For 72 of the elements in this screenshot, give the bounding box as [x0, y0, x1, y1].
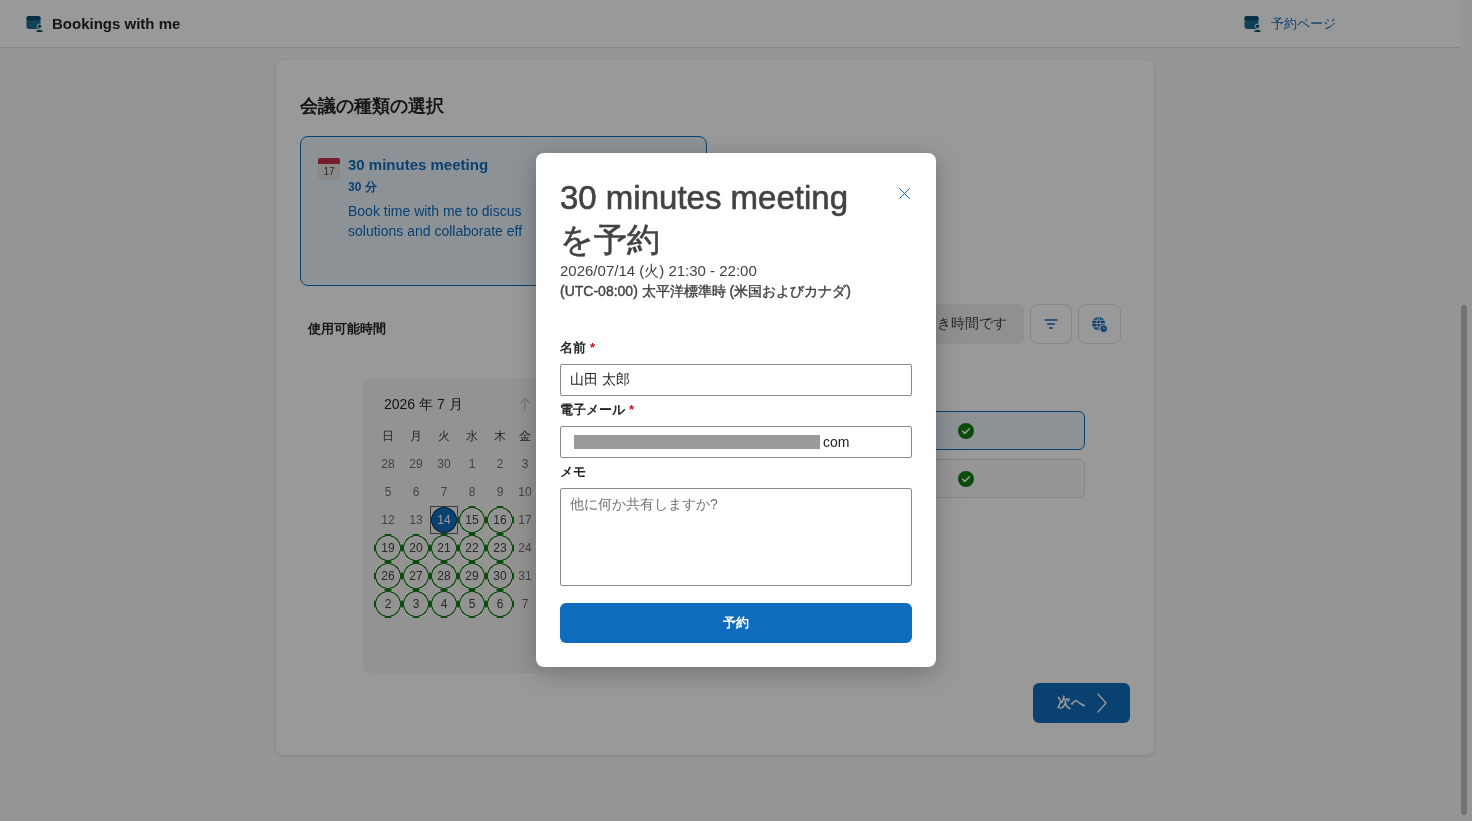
filter-button[interactable] [1030, 304, 1072, 344]
calendar-person-icon [1244, 14, 1262, 33]
check-circle-icon [958, 422, 974, 439]
calendar-day[interactable]: 3 [514, 450, 536, 478]
weekday-label: 木 [494, 428, 506, 445]
calendar-day[interactable]: 28 [430, 562, 458, 590]
calendar-day[interactable]: 12 [374, 506, 402, 534]
check-circle-icon [958, 470, 974, 487]
calendar-icon: 17 [318, 158, 340, 180]
field-label: メモ [560, 463, 586, 481]
calendar-day[interactable]: 30 [430, 450, 458, 478]
calendar-day[interactable]: 26 [374, 562, 402, 590]
month-label: 2026 年 7 月 [383, 395, 463, 414]
globe-clock-icon [1091, 315, 1108, 333]
calendar-day[interactable]: 22 [458, 534, 486, 562]
field-label: 名前 [560, 339, 586, 357]
calendar-day[interactable]: 5 [374, 478, 402, 506]
filter-icon [1044, 319, 1058, 329]
chevron-right-icon [1096, 693, 1107, 713]
calendar-day[interactable]: 20 [402, 534, 430, 562]
meeting-title: 30 minutes meeting [348, 155, 490, 175]
calendar-day[interactable]: 10 [514, 478, 536, 506]
time-zone-button[interactable] [1078, 304, 1121, 344]
availability-label: 使用可能時間 [308, 320, 386, 338]
calendar-day[interactable]: 15 [458, 506, 486, 534]
calendar-day[interactable]: 28 [374, 450, 402, 478]
calendar-day[interactable]: 21 [430, 534, 458, 562]
calendar-day[interactable]: 3 [402, 590, 430, 618]
calendar-day[interactable]: 24 [514, 534, 536, 562]
app-title: Bookings with me [52, 15, 181, 32]
text-area[interactable]: 他に何か共有しますか? [560, 488, 912, 586]
calendar-day[interactable]: 29 [458, 562, 486, 590]
calendar-day[interactable]: 4 [430, 590, 458, 618]
section-title: 会議の種類の選択 [300, 95, 445, 118]
calendar-day[interactable]: 29 [402, 450, 430, 478]
calendar-day[interactable]: 19 [374, 534, 402, 562]
calendar-day[interactable]: 2 [486, 450, 514, 478]
calendar-day[interactable]: 14 [430, 506, 458, 534]
email-field[interactable]: com [560, 426, 912, 458]
next-button[interactable]: 次へ [1033, 683, 1130, 723]
calendar-day[interactable]: 5 [458, 590, 486, 618]
calendar-day[interactable]: 17 [514, 506, 536, 534]
booking-page-link[interactable]: 予約ページ [1244, 14, 1336, 33]
required-mark: * [590, 339, 596, 357]
calendar-day[interactable]: 2 [374, 590, 402, 618]
required-mark: * [629, 401, 635, 419]
calendar-day[interactable]: 16 [486, 506, 514, 534]
book-button[interactable]: 予約 [560, 603, 912, 643]
text-field[interactable]: 山田 太郎 [560, 364, 912, 396]
close-icon [898, 187, 910, 199]
meeting-description: Book time with me to discus solutions and collaborate eff [348, 202, 524, 241]
calendar-day[interactable]: 9 [486, 478, 514, 506]
field-label: 電子メール [560, 401, 625, 419]
calendar-day[interactable]: 27 [402, 562, 430, 590]
calendar-day[interactable]: 30 [486, 562, 514, 590]
calendar-day[interactable]: 6 [402, 478, 430, 506]
weekday-label: 水 [466, 428, 478, 445]
calendar-day[interactable]: 7 [514, 590, 536, 618]
calendar-day[interactable]: 13 [402, 506, 430, 534]
calendar-person-icon [26, 14, 44, 33]
weekday-label: 日 [382, 428, 394, 445]
weekday-label: 月 [410, 428, 422, 445]
calendar-day[interactable]: 31 [514, 562, 536, 590]
calendar-day[interactable]: 8 [458, 478, 486, 506]
weekday-label: 金 [519, 428, 531, 445]
meeting-duration: 30 分 [348, 179, 378, 196]
calendar-day[interactable]: 1 [458, 450, 486, 478]
scrollbar-thumb[interactable] [1461, 305, 1467, 815]
calendar-day[interactable]: 23 [486, 534, 514, 562]
weekday-label: 火 [438, 428, 450, 445]
calendar-day[interactable]: 6 [486, 590, 514, 618]
calendar-day[interactable]: 7 [430, 478, 458, 506]
